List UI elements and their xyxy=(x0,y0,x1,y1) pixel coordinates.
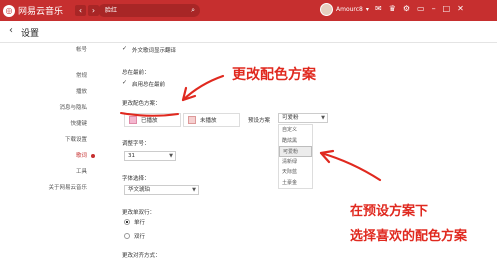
back-arrow-icon[interactable]: ‹ xyxy=(75,5,86,16)
search-input[interactable]: 脸红 ⌕ xyxy=(98,4,200,17)
played-color-button[interactable]: 已播放 xyxy=(124,113,181,127)
unplayed-label: 未播放 xyxy=(200,118,217,124)
unplayed-color-button[interactable]: 未播放 xyxy=(183,113,240,127)
mail-icon[interactable]: ✉ xyxy=(375,4,382,13)
arrow-top-shaft xyxy=(181,74,225,102)
preset-option-green[interactable]: 清新绿 xyxy=(279,157,312,168)
preset-select[interactable]: 可爱粉 ▼ xyxy=(278,113,328,123)
checkbox-translate[interactable]: ✓ xyxy=(122,45,127,52)
always-top-label: 启用总在最前 xyxy=(132,82,166,88)
chevron-down-icon: ▼ xyxy=(169,153,173,159)
sidebar-item-account[interactable]: 帐号 xyxy=(76,45,87,53)
search-value: 脸红 xyxy=(105,7,118,14)
arrow-bottom-head xyxy=(319,149,335,164)
window-controls: ✉ ♛ ⚙ ▭ – □ ✕ xyxy=(375,4,464,13)
avatar[interactable] xyxy=(320,3,333,16)
preset-label: 预设方案 xyxy=(248,118,271,124)
title-bar: ◎ 网易云音乐 ‹ › 脸红 ⌕ Amourc8 ▾ ✉ ♛ ⚙ ▭ – □ ✕ xyxy=(0,0,497,21)
radio-dot xyxy=(124,219,130,225)
back-icon[interactable]: ‹ xyxy=(9,25,13,36)
netease-logo-icon: ◎ xyxy=(3,4,15,17)
preset-option-black[interactable]: 酷炫黑 xyxy=(279,136,312,147)
single-line-label: 单行 xyxy=(134,220,146,226)
preset-option-custom[interactable]: 自定义 xyxy=(279,125,312,136)
line-mode-heading: 更改单双行： xyxy=(122,210,156,216)
radio-single-line[interactable]: 单行 xyxy=(124,218,145,226)
page-header: ‹ 设置 xyxy=(0,21,497,43)
align-heading: 更改对齐方式： xyxy=(122,253,161,259)
sidebar-item-general[interactable]: 常规 xyxy=(76,71,87,79)
sidebar-item-messages-privacy[interactable]: 消息与隐私 xyxy=(59,103,87,111)
double-line-label: 双行 xyxy=(134,234,146,240)
preset-option-blue[interactable]: 天际蓝 xyxy=(279,167,312,178)
font-select[interactable]: 华文琥珀 ▼ xyxy=(124,185,199,195)
user-menu[interactable]: Amourc8 ▾ xyxy=(320,3,369,16)
sidebar-item-tools[interactable]: 工具 xyxy=(76,167,87,175)
arrow-top-head xyxy=(181,86,197,102)
color-scheme-heading: 更改配色方案： xyxy=(122,101,161,107)
annotation-preset-line2: 选择喜欢的配色方案 xyxy=(350,229,468,244)
active-indicator xyxy=(91,154,95,158)
font-value: 华文琥珀 xyxy=(128,187,151,193)
search-icon[interactable]: ⌕ xyxy=(191,4,195,17)
radio-double-line[interactable]: 双行 xyxy=(124,232,145,240)
preset-dropdown: 自定义 酷炫黑 可爱粉 清新绿 天际蓝 土豪金 xyxy=(278,124,313,189)
preset-selected: 可爱粉 xyxy=(282,115,299,121)
chevron-down-icon: ▼ xyxy=(321,115,325,121)
skin-icon[interactable]: ♛ xyxy=(389,4,396,13)
app-name: 网易云音乐 xyxy=(18,7,64,17)
sidebar-item-playback[interactable]: 播放 xyxy=(76,87,87,95)
font-heading: 字体选择： xyxy=(122,176,150,182)
preset-option-pink[interactable]: 可爱粉 xyxy=(279,146,312,157)
annotation-change-scheme: 更改配色方案 xyxy=(232,67,316,83)
settings-icon[interactable]: ⚙ xyxy=(403,4,410,13)
radio-dot xyxy=(124,233,130,239)
username: Amourc8 xyxy=(336,6,363,13)
font-size-value: 31 xyxy=(128,153,135,159)
chevron-down-icon: ▼ xyxy=(192,187,196,193)
font-size-heading: 调整字号： xyxy=(122,141,150,147)
app-logo[interactable]: ◎ 网易云音乐 xyxy=(3,4,63,17)
page-title: 设置 xyxy=(21,29,40,39)
sidebar-item-download[interactable]: 下载设置 xyxy=(65,135,87,143)
played-color-swatch xyxy=(129,116,137,124)
sidebar-item-lyrics[interactable]: 歌词 xyxy=(76,151,87,159)
sidebar-item-shortcuts[interactable]: 快捷键 xyxy=(70,119,87,127)
checkbox-always-top[interactable]: ✓ xyxy=(122,79,127,86)
always-top-heading: 总在最前： xyxy=(122,70,150,76)
maximize-icon[interactable]: □ xyxy=(443,4,451,13)
arrow-bottom-shaft xyxy=(319,151,382,182)
close-icon[interactable]: ✕ xyxy=(457,4,464,13)
mini-mode-icon[interactable]: ▭ xyxy=(417,4,425,13)
annotation-preset-line1: 在预设方案下 xyxy=(350,204,429,219)
played-label: 已播放 xyxy=(141,118,158,124)
preset-option-gold[interactable]: 土豪金 xyxy=(279,178,312,189)
font-size-select[interactable]: 31 ▼ xyxy=(124,151,176,161)
unplayed-color-swatch xyxy=(188,116,196,124)
history-nav: ‹ › xyxy=(75,5,99,16)
translate-label: 外文歌词显示翻译 xyxy=(132,48,177,54)
chevron-down-icon[interactable]: ▾ xyxy=(366,6,369,13)
minimize-icon[interactable]: – xyxy=(432,4,436,13)
sidebar-item-about[interactable]: 关于网易云音乐 xyxy=(48,183,87,191)
